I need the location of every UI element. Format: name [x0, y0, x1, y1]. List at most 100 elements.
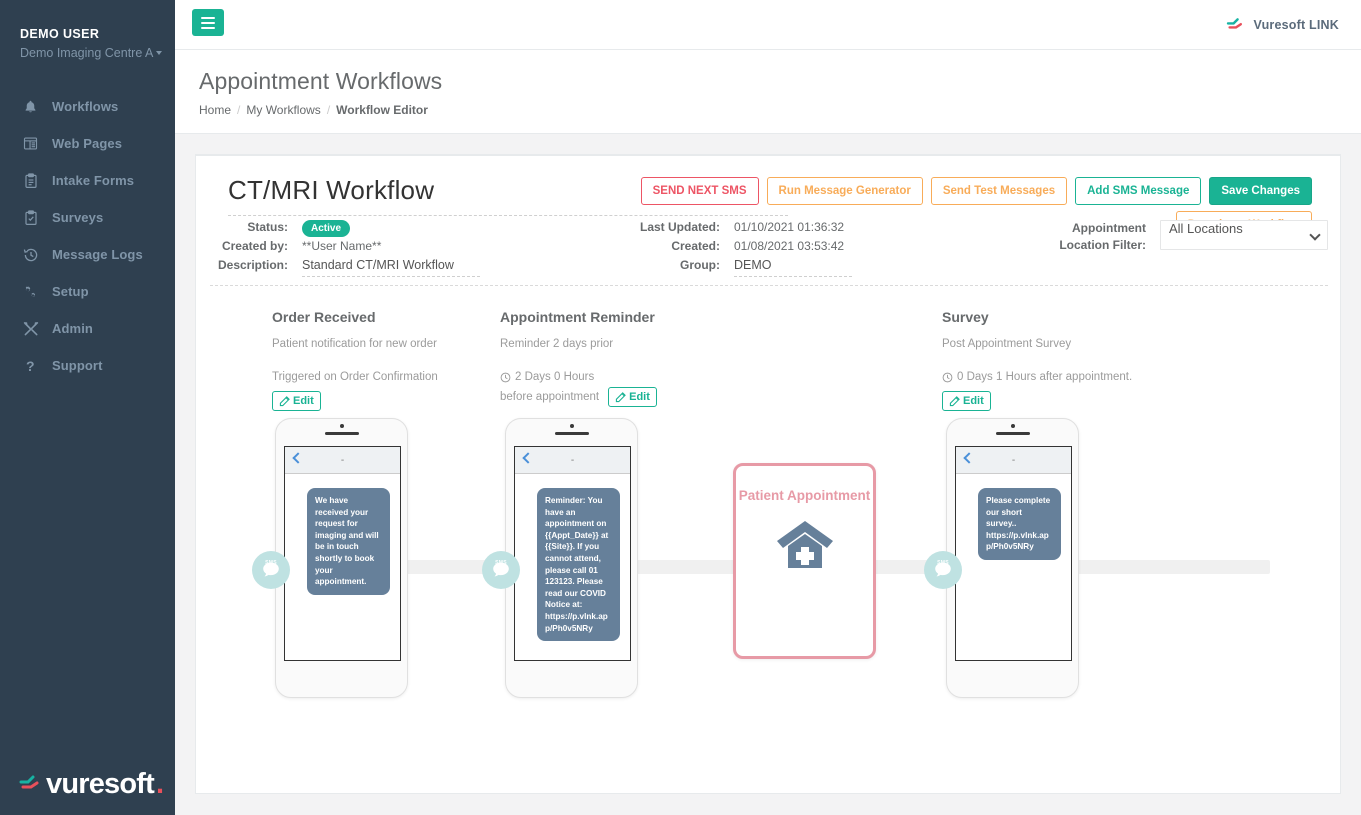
- run-message-generator-button[interactable]: Run Message Generator: [766, 177, 923, 205]
- page-header: Appointment Workflows Home / My Workflow…: [175, 51, 1361, 134]
- phone-preview-appointment-reminder: - Reminder: You have an appointment on {…: [505, 418, 638, 698]
- sidebar-item-label: Support: [52, 358, 103, 373]
- sidebar-item-label: Intake Forms: [52, 173, 135, 188]
- edit-pencil-icon: [279, 395, 290, 406]
- send-next-sms-button[interactable]: SEND NEXT SMS: [640, 177, 759, 205]
- sidebar-item-message-logs[interactable]: Message Logs: [0, 236, 175, 273]
- breadcrumb-item-my-workflows[interactable]: My Workflows: [246, 103, 320, 117]
- created-value: 01/08/2021 03:53:42: [734, 239, 845, 253]
- meta-row-description: Description: Standard CT/MRI Workflow: [210, 256, 480, 277]
- clipboard-icon: [22, 172, 39, 189]
- phone-screen: - Reminder: You have an appointment on {…: [514, 446, 631, 661]
- brand-logo: Vuresoft LINK: [1225, 17, 1339, 33]
- step-trigger-suffix: before appointment: [500, 390, 600, 403]
- workflow-meta: Status: Active Created by: **User Name**…: [210, 218, 1328, 286]
- phone-camera-icon: [1010, 424, 1015, 428]
- location-filter-label: Appointment Location Filter:: [1050, 220, 1146, 254]
- brand-text: Vuresoft LINK: [1253, 18, 1339, 32]
- sidebar-item-label: Web Pages: [52, 136, 123, 151]
- clock-icon: [942, 372, 953, 382]
- created-by-label: Created by:: [221, 239, 288, 253]
- sms-badge-order-received: SMS: [252, 551, 290, 589]
- sidebar-footer-logo: vuresoft.: [0, 769, 175, 799]
- step-trigger-text: 2 Days 0 Hours: [515, 371, 595, 383]
- sidebar-item-support[interactable]: ? Support: [0, 347, 175, 384]
- step-trigger: 2 Days 0 Hours: [500, 369, 730, 385]
- edit-step-button[interactable]: Edit: [608, 387, 657, 407]
- sidebar-item-label: Workflows: [52, 99, 119, 114]
- step-subtitle: Patient notification for new order: [272, 338, 437, 350]
- flow-step-order-received: Order Received Patient notification for …: [272, 308, 492, 412]
- sidebar-item-surveys[interactable]: Surveys: [0, 199, 175, 236]
- sms-message-bubble: We have received your request for imagin…: [307, 488, 390, 595]
- breadcrumb-item-workflow-editor: Workflow Editor: [336, 103, 428, 117]
- step-subtitle: Post Appointment Survey: [942, 338, 1072, 350]
- sidebar: DEMO USER Demo Imaging Centre A Workflow…: [0, 0, 175, 815]
- group-label: Group:: [680, 258, 720, 272]
- sidebar-item-workflows[interactable]: Workflows: [0, 88, 175, 125]
- add-sms-message-button[interactable]: Add SMS Message: [1075, 177, 1202, 205]
- phone-camera-icon: [339, 424, 344, 428]
- history-icon: [22, 246, 39, 263]
- sms-badge-label: SMS: [265, 560, 277, 566]
- flow-step-survey: Survey Post Appointment Survey 0 Days 1 …: [942, 308, 1172, 412]
- step-trigger-suffix-row: before appointment Edit: [500, 387, 730, 407]
- hamburger-menu-button[interactable]: [192, 9, 224, 36]
- phone-speaker-icon: [324, 432, 359, 435]
- browser-icon: [22, 135, 39, 152]
- edit-button-label: Edit: [629, 391, 650, 403]
- meta-row-group: Group: DEMO: [618, 256, 852, 277]
- phone-preview-order-received: - We have received your request for imag…: [275, 418, 408, 698]
- vuresoft-mark-icon: [19, 775, 39, 789]
- edit-step-button[interactable]: Edit: [942, 391, 991, 411]
- bell-icon: [22, 98, 39, 115]
- sms-badge-label: SMS: [495, 560, 507, 566]
- step-trigger-text: Triggered on Order Confirmation: [272, 371, 438, 383]
- sidebar-item-label: Admin: [52, 321, 93, 336]
- sidebar-item-label: Message Logs: [52, 247, 143, 262]
- phone-speaker-icon: [995, 432, 1030, 435]
- patient-appointment-card: Patient Appointment: [733, 463, 876, 659]
- phone-nav-bar: -: [285, 447, 400, 474]
- sms-badge-survey: SMS: [924, 551, 962, 589]
- group-input[interactable]: DEMO: [734, 256, 852, 277]
- phone-preview-survey: - Please complete our short survey.. htt…: [946, 418, 1079, 698]
- sms-badge-label: SMS: [937, 560, 949, 566]
- edit-button-label: Edit: [293, 395, 314, 407]
- sidebar-item-setup[interactable]: Setup: [0, 273, 175, 310]
- page-title: Appointment Workflows: [199, 68, 443, 94]
- hamburger-bar: [201, 21, 215, 24]
- save-changes-button[interactable]: Save Changes: [1209, 177, 1312, 205]
- profile-org-label: Demo Imaging Centre A: [20, 46, 154, 60]
- workflow-meta-right: Appointment Location Filter: All Locatio…: [1050, 220, 1328, 254]
- phone-screen: - Please complete our short survey.. htt…: [955, 446, 1072, 661]
- edit-step-button[interactable]: Edit: [272, 391, 321, 411]
- phone-camera-icon: [569, 424, 574, 428]
- breadcrumb-item-home[interactable]: Home: [199, 103, 231, 117]
- sidebar-item-intake-forms[interactable]: Intake Forms: [0, 162, 175, 199]
- location-filter-select[interactable]: All Locations: [1160, 220, 1328, 250]
- step-title: Appointment Reminder: [500, 309, 655, 325]
- step-title: Survey: [942, 309, 989, 325]
- sidebar-item-label: Surveys: [52, 210, 104, 225]
- topbar: Vuresoft LINK: [175, 0, 1361, 50]
- hamburger-bar: [201, 16, 215, 19]
- sms-badge-appointment-reminder: SMS: [482, 551, 520, 589]
- sidebar-profile[interactable]: DEMO USER Demo Imaging Centre A: [0, 0, 175, 84]
- edit-pencil-icon: [615, 391, 626, 402]
- meta-row-last-updated: Last Updated: 01/10/2021 01:36:32: [618, 218, 852, 237]
- workflow-editor-card: CT/MRI Workflow SEND NEXT SMS Run Messag…: [195, 154, 1341, 794]
- breadcrumb-separator: /: [237, 103, 241, 117]
- sidebar-item-admin[interactable]: Admin: [0, 310, 175, 347]
- workflow-title-row: CT/MRI Workflow SEND NEXT SMS Run Messag…: [214, 174, 1322, 239]
- workflow-meta-middle: Last Updated: 01/10/2021 01:36:32 Create…: [618, 218, 852, 277]
- send-test-messages-button[interactable]: Send Test Messages: [930, 177, 1068, 205]
- vuresoft-mark-icon: [1226, 18, 1242, 29]
- profile-org-dropdown[interactable]: Demo Imaging Centre A: [20, 44, 175, 62]
- breadcrumb-separator: /: [326, 103, 331, 117]
- workflow-flow-diagram: Order Received Patient notification for …: [210, 308, 1328, 738]
- svg-text:?: ?: [26, 358, 35, 374]
- phone-nav-bar: -: [515, 447, 630, 474]
- description-input[interactable]: Standard CT/MRI Workflow: [302, 256, 480, 277]
- sidebar-item-web-pages[interactable]: Web Pages: [0, 125, 175, 162]
